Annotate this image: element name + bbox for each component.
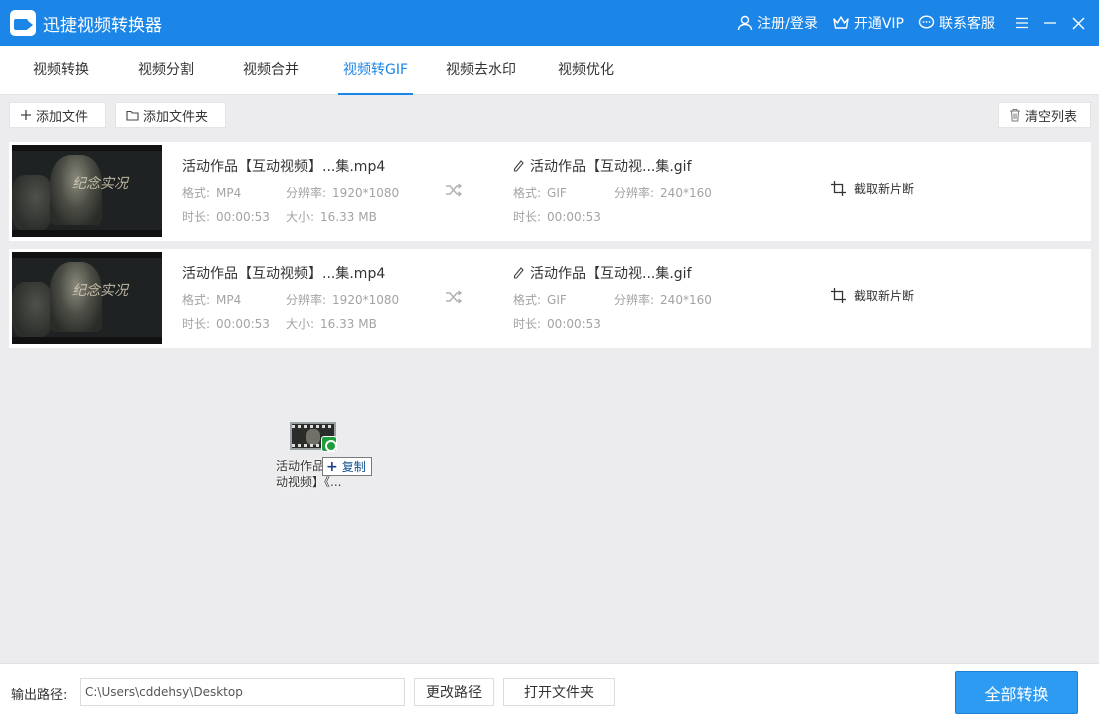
clip-segment-label: 截取新片断 — [854, 289, 915, 303]
close-icon — [1072, 17, 1084, 29]
file-row[interactable]: 纪念实况 活动作品【互动视频】...集.mp4 格式: MP4 分辨率: 1920*… — [9, 249, 1091, 348]
copy-label: 复制 — [341, 460, 366, 474]
convert-arrow-icon — [446, 290, 463, 304]
source-duration: 时长: 00:00:53 — [182, 210, 270, 224]
edit-pencil-icon — [513, 266, 524, 279]
source-format: 格式: MP4 — [182, 293, 242, 307]
source-duration: 时长: 00:00:53 — [182, 317, 270, 331]
tab-video-to-gif[interactable]: 视频转GIF — [338, 46, 413, 95]
register-login-link[interactable]: 注册/登录 — [737, 13, 818, 33]
vip-label: 开通VIP — [853, 16, 904, 32]
copy-tooltip: + 复制 — [322, 457, 372, 476]
title-bar-actions: 注册/登录 开通VIP 联系客服 — [737, 0, 1099, 46]
video-thumbnail: 纪念实况 — [12, 252, 162, 344]
output-resolution: 分辨率: 240*160 — [614, 186, 712, 200]
folder-icon — [126, 110, 139, 121]
crop-icon — [831, 181, 846, 196]
tab-bar: 视频转换 视频分割 视频合并 视频转GIF 视频去水印 视频优化 — [0, 46, 1099, 95]
vip-link[interactable]: 开通VIP — [832, 13, 904, 33]
output-format: 格式: GIF — [513, 186, 567, 200]
output-format: 格式: GIF — [513, 293, 567, 307]
crown-icon — [833, 16, 849, 29]
support-link[interactable]: 联系客服 — [918, 13, 995, 33]
clear-list-label: 清空列表 — [1025, 109, 1078, 125]
tab-video-merge[interactable]: 视频合并 — [242, 46, 300, 95]
title-bar: 迅捷视频转换器 注册/登录 开通VIP 联系客服 — [0, 0, 1099, 46]
minimize-icon — [1044, 22, 1056, 24]
add-folder-button[interactable]: 添加文件夹 — [115, 102, 226, 128]
tab-remove-watermark[interactable]: 视频去水印 — [445, 46, 517, 95]
output-path-field[interactable] — [80, 678, 405, 706]
tab-video-split[interactable]: 视频分割 — [137, 46, 195, 95]
source-resolution: 分辨率: 1920*1080 — [286, 293, 400, 307]
open-folder-button[interactable]: 打开文件夹 — [503, 678, 615, 706]
video-thumbnail: 纪念实况 — [12, 145, 162, 237]
output-path-label: 输出路径: — [11, 688, 68, 703]
tab-video-optimize[interactable]: 视频优化 — [557, 46, 615, 95]
output-file-name-label: 活动作品【互动视...集.gif — [530, 159, 692, 175]
minimize-button[interactable] — [1037, 10, 1063, 36]
edit-pencil-icon — [513, 159, 524, 172]
add-file-button[interactable]: 添加文件 — [9, 102, 106, 128]
source-format: 格式: MP4 — [182, 186, 242, 200]
output-file-name[interactable]: 活动作品【互动视...集.gif — [513, 263, 692, 283]
output-duration: 时长: 00:00:53 — [513, 317, 601, 331]
convert-arrow-icon — [446, 183, 463, 197]
change-path-button[interactable]: 更改路径 — [414, 678, 494, 706]
thumbnail-caption: 纪念实况 — [72, 176, 128, 192]
menu-icon — [1016, 17, 1028, 29]
crop-icon — [831, 288, 846, 303]
menu-button[interactable] — [1009, 10, 1035, 36]
drag-link-badge-icon — [321, 436, 337, 452]
close-button[interactable] — [1065, 10, 1091, 36]
clip-segment-label: 截取新片断 — [854, 182, 915, 196]
output-file-name-label: 活动作品【互动视...集.gif — [530, 266, 692, 282]
clear-list-button[interactable]: 清空列表 — [998, 102, 1091, 128]
source-size: 大小: 16.33 MB — [286, 317, 377, 331]
bottom-bar: 输出路径: 更改路径 打开文件夹 全部转换 — [0, 663, 1099, 718]
chat-bubble-icon — [918, 15, 935, 29]
copy-plus-icon: + — [326, 458, 338, 475]
thumbnail-caption: 纪念实况 — [72, 283, 128, 299]
output-resolution: 分辨率: 240*160 — [614, 293, 712, 307]
source-resolution: 分辨率: 1920*1080 — [286, 186, 400, 200]
source-file-name: 活动作品【互动视频】...集.mp4 — [182, 159, 386, 175]
dragged-file-label-line2: 动视频】《... — [276, 475, 342, 489]
app-logo-icon — [10, 10, 36, 36]
source-file-name: 活动作品【互动视频】...集.mp4 — [182, 266, 386, 282]
add-file-label: 添加文件 — [36, 109, 89, 125]
add-folder-label: 添加文件夹 — [143, 109, 209, 125]
register-login-label: 注册/登录 — [757, 16, 818, 32]
user-icon — [737, 15, 753, 31]
convert-all-button[interactable]: 全部转换 — [955, 671, 1078, 714]
plus-icon — [21, 110, 31, 120]
clip-segment-button[interactable]: 截取新片断 — [831, 287, 914, 304]
output-duration: 时长: 00:00:53 — [513, 210, 601, 224]
clip-segment-button[interactable]: 截取新片断 — [831, 180, 914, 197]
support-label: 联系客服 — [939, 16, 995, 32]
app-title: 迅捷视频转换器 — [43, 15, 162, 36]
trash-icon — [1010, 109, 1020, 122]
drag-ghost: 活动作品 动视频】《... + 复制 — [276, 421, 376, 493]
source-size: 大小: 16.33 MB — [286, 210, 377, 224]
file-row[interactable]: 纪念实况 活动作品【互动视频】...集.mp4 格式: MP4 分辨率: 1920*… — [9, 142, 1091, 241]
tab-video-convert[interactable]: 视频转换 — [32, 46, 90, 95]
output-file-name[interactable]: 活动作品【互动视...集.gif — [513, 156, 692, 176]
